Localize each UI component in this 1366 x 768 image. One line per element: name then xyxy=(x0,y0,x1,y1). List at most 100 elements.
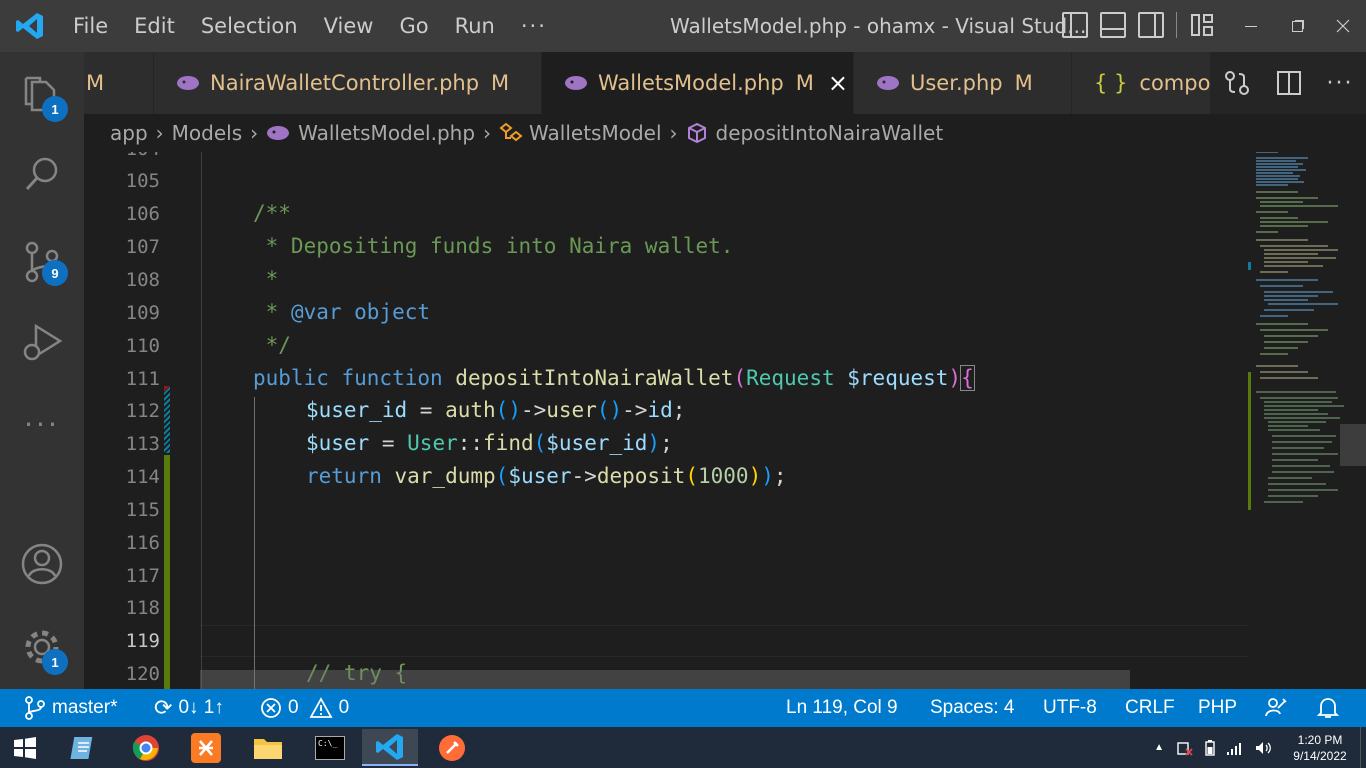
menu-run[interactable]: Run xyxy=(442,0,508,52)
taskbar-file-explorer[interactable] xyxy=(240,729,296,766)
onedrive-offline-icon[interactable] xyxy=(1176,740,1194,756)
close-tab-icon[interactable]: × xyxy=(828,69,848,97)
close-window-button[interactable] xyxy=(1320,0,1366,52)
line-number: 104 xyxy=(126,152,160,160)
taskbar-command-prompt[interactable]: C:\_ xyxy=(302,729,358,766)
paren: ) xyxy=(748,464,762,488)
branch-indicator[interactable]: master* xyxy=(24,689,117,727)
run-debug-button[interactable] xyxy=(0,302,84,382)
menu-view[interactable]: View xyxy=(311,0,387,52)
start-button[interactable] xyxy=(0,729,50,766)
layout-controls xyxy=(1062,12,1215,38)
horizontal-scrollbar[interactable] xyxy=(200,670,1130,689)
menu-edit[interactable]: Edit xyxy=(121,0,188,52)
comment-text: * xyxy=(253,300,291,324)
manage-button[interactable]: 1 xyxy=(0,607,84,687)
operator: -> xyxy=(520,398,547,422)
problems-status[interactable]: 0 0 xyxy=(260,689,349,727)
restore-button[interactable] xyxy=(1274,0,1320,52)
tab-user[interactable]: User.php M xyxy=(854,52,1072,114)
title-bar: File Edit Selection View Go Run ··· Wall… xyxy=(0,0,1366,52)
feedback-icon xyxy=(1265,698,1287,717)
line-number: 108 xyxy=(125,269,160,291)
system-tray: ▲ 1:20 PM 9/14/2022 xyxy=(1154,727,1366,768)
network-signal-icon[interactable] xyxy=(1226,741,1244,755)
clock[interactable]: 1:20 PM 9/14/2022 xyxy=(1280,732,1360,764)
git-modified-decoration[interactable] xyxy=(164,387,170,453)
code-content[interactable]: /** * Depositing funds into Naira wallet… xyxy=(200,152,1248,689)
explorer-button[interactable]: 1 xyxy=(0,54,84,134)
line-number: 107 xyxy=(125,236,160,258)
sync-status[interactable]: ⟳ 0↓ 1↑ xyxy=(154,689,224,727)
taskbar-vscode[interactable] xyxy=(362,729,418,766)
breadcrumb-file[interactable]: WalletsModel.php xyxy=(298,121,475,145)
show-desktop-button[interactable] xyxy=(1360,727,1366,768)
search-button[interactable] xyxy=(0,134,84,214)
code-line-114: return var_dump($user->deposit(1000)); xyxy=(306,460,787,493)
tab-composer[interactable]: { } compose xyxy=(1072,52,1212,114)
menu-more[interactable]: ··· xyxy=(508,0,560,52)
git-deleted-decoration[interactable] xyxy=(164,386,170,392)
menu-selection[interactable]: Selection xyxy=(188,0,311,52)
class-name: User xyxy=(407,431,458,455)
editor-actions: ··· xyxy=(1210,52,1366,114)
toggle-secondary-sidebar-icon[interactable] xyxy=(1138,12,1164,38)
tab-naira-wallet-controller[interactable]: NairaWalletController.php M xyxy=(154,52,542,114)
git-added-decoration[interactable] xyxy=(164,455,170,689)
taskbar-xampp[interactable] xyxy=(178,729,234,766)
tab-modified-indicator: M xyxy=(86,71,105,95)
menu-go[interactable]: Go xyxy=(386,0,441,52)
more-actions-icon[interactable]: ··· xyxy=(1327,71,1354,96)
cursor-position[interactable]: Ln 119, Col 9 xyxy=(786,689,898,727)
split-editor-icon[interactable] xyxy=(1276,70,1302,96)
open-changes-icon[interactable] xyxy=(1223,69,1251,97)
taskbar-notepad[interactable] xyxy=(56,729,112,766)
code-line-111: public function depositIntoNairaWallet(R… xyxy=(253,362,975,395)
customize-layout-icon[interactable] xyxy=(1189,12,1215,38)
taskbar-chrome[interactable] xyxy=(118,729,174,766)
line-number: 112 xyxy=(125,400,160,422)
tab-wallets-model[interactable]: WalletsModel.php M × xyxy=(542,52,854,114)
eol-status[interactable]: CRLF xyxy=(1125,689,1175,727)
error-count: 0 xyxy=(288,697,299,718)
class-symbol-icon xyxy=(499,122,523,142)
sync-icon: ⟳ xyxy=(154,695,173,720)
semicolon: ; xyxy=(672,398,686,422)
breadcrumb-models[interactable]: Models xyxy=(172,121,242,145)
accounts-button[interactable] xyxy=(0,524,84,604)
chevron-up-icon[interactable]: ▲ xyxy=(1154,742,1164,753)
tab-previous-file[interactable]: M xyxy=(84,52,154,114)
chevron-right-icon: › xyxy=(669,121,678,145)
chrome-icon xyxy=(132,734,159,761)
breadcrumb-method[interactable]: depositIntoNairaWallet xyxy=(716,121,944,145)
encoding-status[interactable]: UTF-8 xyxy=(1043,689,1097,727)
indentation-status[interactable]: Spaces: 4 xyxy=(930,689,1015,727)
breadcrumb-app[interactable]: app xyxy=(110,121,148,145)
notifications-button[interactable] xyxy=(1316,689,1340,727)
divider xyxy=(1176,12,1177,38)
code-editor[interactable]: 104 105 106 107 108 109 110 111 112 113 … xyxy=(84,152,1248,689)
paren: ) xyxy=(948,366,962,390)
operator: = xyxy=(369,431,408,455)
tab-modified-indicator: M xyxy=(1014,71,1033,95)
feedback-button[interactable] xyxy=(1264,689,1288,727)
code-line-107: * Depositing funds into Naira wallet. xyxy=(253,234,734,258)
toggle-panel-icon[interactable] xyxy=(1100,12,1126,38)
minimap[interactable] xyxy=(1248,152,1366,689)
paren: ( xyxy=(685,464,698,488)
minimize-button[interactable] xyxy=(1228,0,1274,52)
language-mode[interactable]: PHP xyxy=(1198,689,1237,727)
toggle-primary-sidebar-icon[interactable] xyxy=(1062,12,1088,38)
source-control-button[interactable]: 9 xyxy=(0,222,84,302)
more-views-button[interactable]: ··· xyxy=(0,384,84,464)
volume-icon[interactable] xyxy=(1254,740,1272,756)
breadcrumb-class[interactable]: WalletsModel xyxy=(529,121,661,145)
battery-icon[interactable] xyxy=(1204,739,1216,757)
doc-type: object xyxy=(341,300,431,324)
taskbar-postman[interactable] xyxy=(424,729,480,766)
php-elephant-icon xyxy=(565,76,587,90)
class-name: Request xyxy=(746,366,835,390)
minimap-slider[interactable] xyxy=(1340,424,1366,466)
menu-file[interactable]: File xyxy=(60,0,121,52)
function-call: user xyxy=(546,398,597,422)
